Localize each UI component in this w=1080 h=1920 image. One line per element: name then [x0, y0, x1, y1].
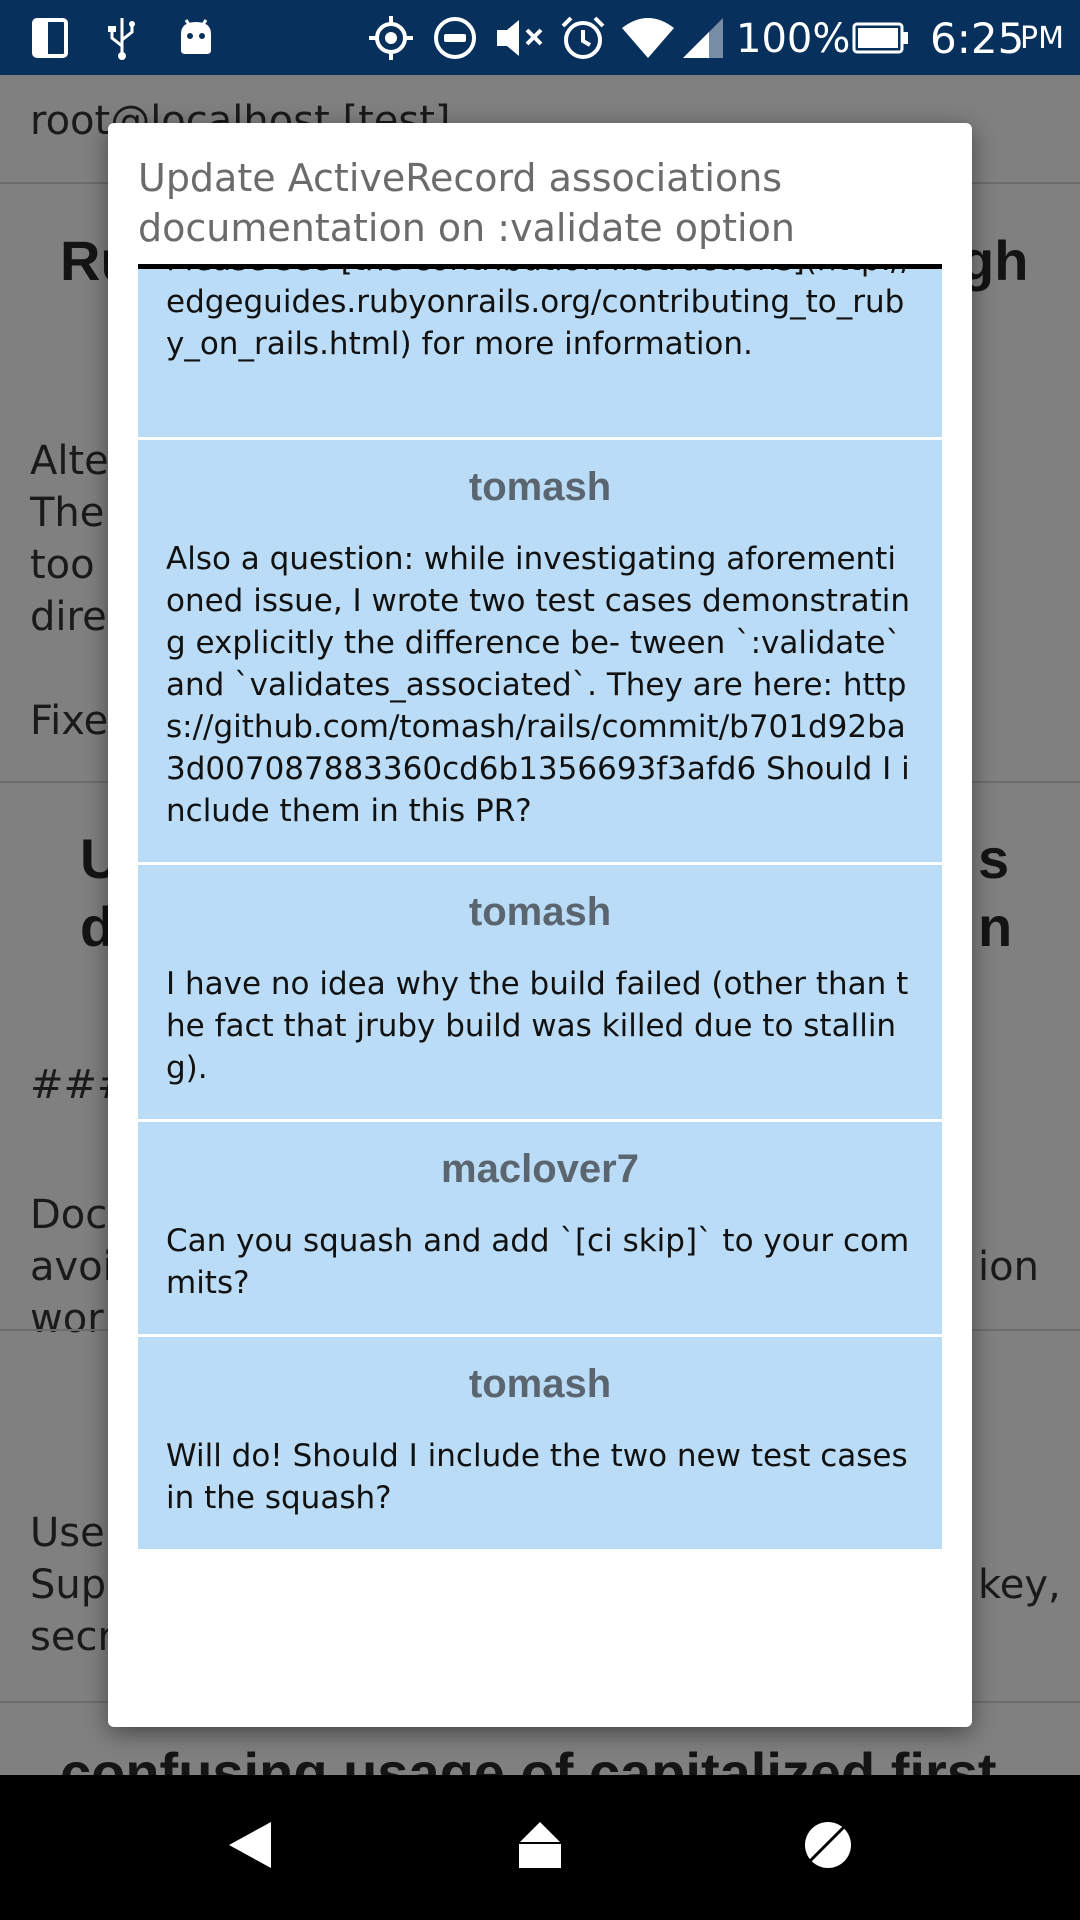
wifi-icon — [620, 0, 676, 75]
recents-button[interactable] — [748, 1775, 908, 1920]
comment-card: tomash Will do! Should I include the two… — [138, 1337, 942, 1552]
signal-icon — [680, 0, 726, 75]
clock-ampm: PM — [1020, 21, 1064, 56]
issue-text-fragment-right: key, — [978, 1562, 1061, 1608]
issue-text-fragment-right: ion — [978, 1244, 1039, 1290]
comment-card: maclover7 Can you squash and add `[ci sk… — [138, 1122, 942, 1337]
issue-text-fragment: too — [30, 542, 95, 588]
back-icon — [225, 1818, 275, 1877]
usb-icon — [100, 0, 144, 75]
issue-text-fragment: Sup — [30, 1562, 107, 1608]
gps-icon — [366, 0, 416, 75]
issue-text-fragment: wor — [30, 1296, 104, 1342]
comments-dialog: Update ActiveRecord associations documen… — [108, 123, 972, 1727]
mute-icon — [492, 0, 548, 75]
alarm-icon — [558, 0, 608, 75]
comment-author: tomash — [468, 890, 612, 934]
status-bar: 100% 6:25 PM — [0, 0, 1080, 75]
issue-title-fragment-right: n — [978, 895, 1013, 958]
comment-body: Also a question: while investigating afo… — [166, 541, 911, 829]
comment-body: Please see [the contribution instruction… — [166, 269, 912, 362]
issue-text-fragment: Doc — [30, 1192, 108, 1238]
comment-card: tomash I have no idea why the build fail… — [138, 865, 942, 1122]
issue-text-fragment: Use — [30, 1510, 105, 1556]
screen-icon — [28, 0, 72, 75]
dnd-icon — [430, 0, 480, 75]
comments-scroll-area[interactable]: Please see [the contribution instruction… — [138, 269, 942, 1697]
dialog-title: Update ActiveRecord associations documen… — [138, 156, 795, 250]
comment-card: tomash Also a question: while investigat… — [138, 440, 942, 865]
issue-text-fragment: Fixe — [30, 698, 109, 744]
comment-body: Can you squash and add `[ci skip]` to yo… — [166, 1223, 910, 1301]
battery-icon — [852, 0, 910, 75]
comment-body: Will do! Should I include the two new te… — [166, 1438, 918, 1516]
battery-percent: 100% — [736, 16, 851, 62]
home-button[interactable] — [460, 1775, 620, 1920]
comment-card: Please see [the contribution instruction… — [138, 269, 942, 440]
comment-author: tomash — [468, 1362, 612, 1406]
android-icon — [174, 0, 218, 75]
navigation-bar — [0, 1775, 1080, 1920]
issue-text-fragment: avoi — [30, 1244, 114, 1290]
issue-text-fragment: The — [30, 490, 105, 536]
comment-body: I have no idea why the build failed (oth… — [166, 966, 909, 1086]
clock-time: 6:25 — [930, 14, 1025, 63]
issue-text-fragment: Alte — [30, 438, 109, 484]
issue-text-fragment: dire — [30, 594, 107, 640]
recents-icon — [802, 1819, 854, 1876]
issue-title-fragment-right: s — [978, 827, 1010, 890]
back-button[interactable] — [170, 1775, 330, 1920]
comment-author: maclover7 — [441, 1147, 639, 1191]
home-icon — [515, 1819, 565, 1876]
issue-text-fragment: secr — [30, 1614, 114, 1660]
comment-author: tomash — [468, 465, 612, 509]
